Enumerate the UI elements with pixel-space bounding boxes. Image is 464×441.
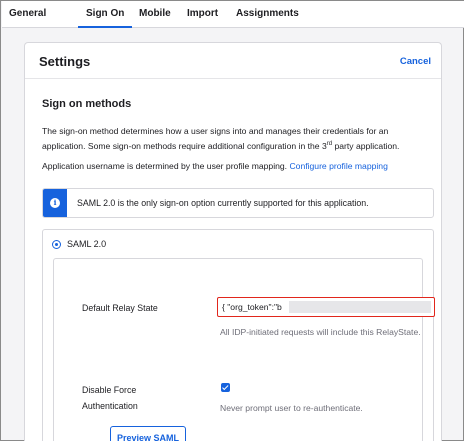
- settings-card: Settings Cancel Sign on methods The sign…: [24, 42, 442, 441]
- sign-on-description: The sign-on method determines how a user…: [42, 124, 438, 153]
- disable-force-auth-checkbox[interactable]: [221, 383, 230, 392]
- tab-assignments[interactable]: Assignments: [236, 8, 299, 19]
- username-mapping-label: Application username is determined by th…: [42, 161, 290, 171]
- app-frame: General Sign On Mobile Import Assignment…: [0, 0, 464, 441]
- tab-bar: General Sign On Mobile Import Assignment…: [2, 1, 464, 28]
- relay-state-hint: All IDP-initiated requests will include …: [220, 327, 421, 337]
- saml-radio-label[interactable]: SAML 2.0: [67, 239, 106, 249]
- relay-state-input[interactable]: { "org_token":"b: [217, 297, 435, 317]
- info-callout: i SAML 2.0 is the only sign-on option cu…: [42, 188, 434, 218]
- cancel-button[interactable]: Cancel: [400, 56, 431, 67]
- tab-import[interactable]: Import: [187, 8, 218, 19]
- settings-card-header: Settings Cancel: [25, 43, 441, 79]
- configure-profile-mapping-link[interactable]: Configure profile mapping: [289, 161, 387, 171]
- info-message: SAML 2.0 is the only sign-on option curr…: [77, 198, 369, 208]
- force-auth-hint: Never prompt user to re-authenticate.: [220, 403, 363, 413]
- tab-general[interactable]: General: [9, 8, 46, 19]
- description-line-1: The sign-on method determines how a user…: [42, 126, 389, 136]
- saml-settings-panel: Default Relay State { "org_token":"b All…: [53, 258, 435, 441]
- preview-saml-button[interactable]: Preview SAML: [110, 426, 186, 441]
- description-line-2: application. Some sign-on methods requir…: [42, 140, 327, 151]
- relay-state-label: Default Relay State: [82, 303, 158, 313]
- description-line-2-end: party application.: [332, 140, 400, 151]
- username-mapping-text: Application username is determined by th…: [42, 159, 438, 174]
- sign-on-methods-heading: Sign on methods: [42, 98, 132, 110]
- info-strip: i: [43, 189, 67, 217]
- force-auth-label-line-1: Disable Force: [82, 385, 137, 395]
- redacted-value-overlay: [289, 301, 431, 313]
- settings-title: Settings: [39, 54, 91, 69]
- info-icon: i: [50, 198, 60, 208]
- saml-radio-button[interactable]: [52, 240, 61, 249]
- tab-mobile[interactable]: Mobile: [139, 8, 171, 19]
- force-auth-label-line-2: Authentication: [82, 401, 138, 411]
- relay-state-value: { "org_token":"b: [222, 302, 282, 312]
- saml-option-panel: SAML 2.0 Default Relay State { "org_toke…: [42, 229, 435, 441]
- tab-sign-on[interactable]: Sign On: [77, 8, 133, 28]
